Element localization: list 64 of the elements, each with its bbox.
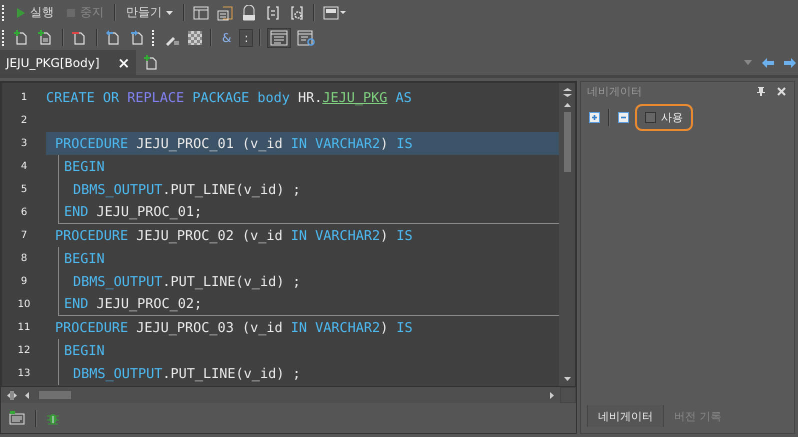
forward-arrow-icon[interactable]	[782, 56, 798, 68]
split-icon[interactable]	[5, 390, 19, 400]
colon-button[interactable]: :	[239, 28, 254, 46]
code-line: PROCEDURE JEJU_PROC_02 (v_id IN VARCHAR2) IS	[55, 228, 413, 244]
code-line: DBMS_OUTPUT.PUT_LINE(v_id) ;	[73, 366, 301, 382]
line-number: 4	[20, 161, 28, 172]
toolbar-grip	[2, 30, 6, 46]
line-number: 9	[20, 276, 28, 287]
panel-title: 네비게이터	[587, 84, 643, 98]
window-text-icon[interactable]	[267, 28, 292, 48]
code-line: BEGIN	[64, 158, 105, 174]
line-number: 5	[20, 184, 28, 195]
line-number: 11	[16, 322, 32, 333]
line-number: 6	[20, 207, 28, 218]
scroll-right-icon[interactable]	[548, 390, 556, 400]
scroll-thumb[interactable]	[39, 391, 71, 399]
checker-icon[interactable]	[186, 30, 204, 46]
toolbar-grip	[152, 30, 156, 46]
output-window-icon[interactable]	[7, 410, 27, 426]
window-refresh-icon[interactable]	[295, 28, 318, 46]
line-number: 1	[20, 92, 28, 103]
split-icon[interactable]	[560, 87, 574, 98]
code-line: DBMS_OUTPUT.PUT_LINE(v_id) ;	[73, 182, 301, 198]
code-line: DBMS_OUTPUT.PUT_LINE(v_id) ;	[73, 274, 301, 290]
run-button[interactable]: 실행	[12, 2, 58, 23]
line-number: 7	[20, 230, 28, 241]
line-number: 10	[16, 299, 32, 310]
tab-label[interactable]: JEJU_PKG[Body]	[6, 56, 100, 70]
caret-icon	[166, 10, 173, 14]
code-editor[interactable]	[1, 82, 576, 387]
horizontal-scrollbar[interactable]	[1, 387, 576, 403]
line-number: 13	[16, 368, 32, 379]
create-menu-button[interactable]: 만들기	[122, 2, 177, 23]
folder-list-icon[interactable]	[215, 4, 235, 22]
pin-icon[interactable]	[755, 86, 767, 96]
use-checkbox[interactable]: 사용	[635, 104, 693, 131]
code-line: PROCEDURE JEJU_PROC_03 (v_id IN VARCHAR2) IS	[55, 320, 413, 336]
code-line: BEGIN	[64, 250, 105, 266]
window-menu-icon[interactable]	[321, 4, 349, 20]
toolbar-grip	[2, 4, 6, 20]
code-line: PROCEDURE JEJU_PROC_01 (v_id IN VARCHAR2) IS	[55, 136, 413, 152]
scroll-up-icon[interactable]	[562, 102, 572, 108]
scroll-down-icon[interactable]	[562, 376, 572, 382]
line-number: 2	[20, 115, 28, 126]
layout-icon[interactable]	[191, 4, 211, 20]
ampersand-button[interactable]: &	[218, 28, 236, 46]
close-button[interactable]: ×	[118, 54, 130, 72]
vertical-scrollbar[interactable]	[559, 83, 575, 386]
panel-tab[interactable]: 네비게이터	[587, 405, 663, 427]
collapse-all-icon[interactable]	[616, 111, 631, 124]
expand-all-icon[interactable]	[587, 111, 602, 124]
code-line: BEGIN	[64, 342, 105, 358]
back-arrow-icon[interactable]	[760, 56, 776, 68]
editor-tab[interactable]: JEJU_PKG[Body] ×	[0, 50, 136, 75]
scroll-left-icon[interactable]	[23, 390, 31, 400]
line-number: 12	[16, 345, 32, 356]
play-icon	[16, 6, 26, 18]
line-number: 3	[20, 138, 28, 149]
scroll-thumb[interactable]	[564, 112, 570, 172]
code-line: END JEJU_PROC_01;	[64, 204, 202, 220]
code-line: CREATE OR REPLACE PACKAGE body HR.JEJU_PKG AS	[46, 90, 412, 106]
line-number: 8	[20, 253, 28, 264]
close-icon[interactable]	[775, 86, 788, 96]
code-line: END JEJU_PROC_02;	[64, 296, 202, 312]
